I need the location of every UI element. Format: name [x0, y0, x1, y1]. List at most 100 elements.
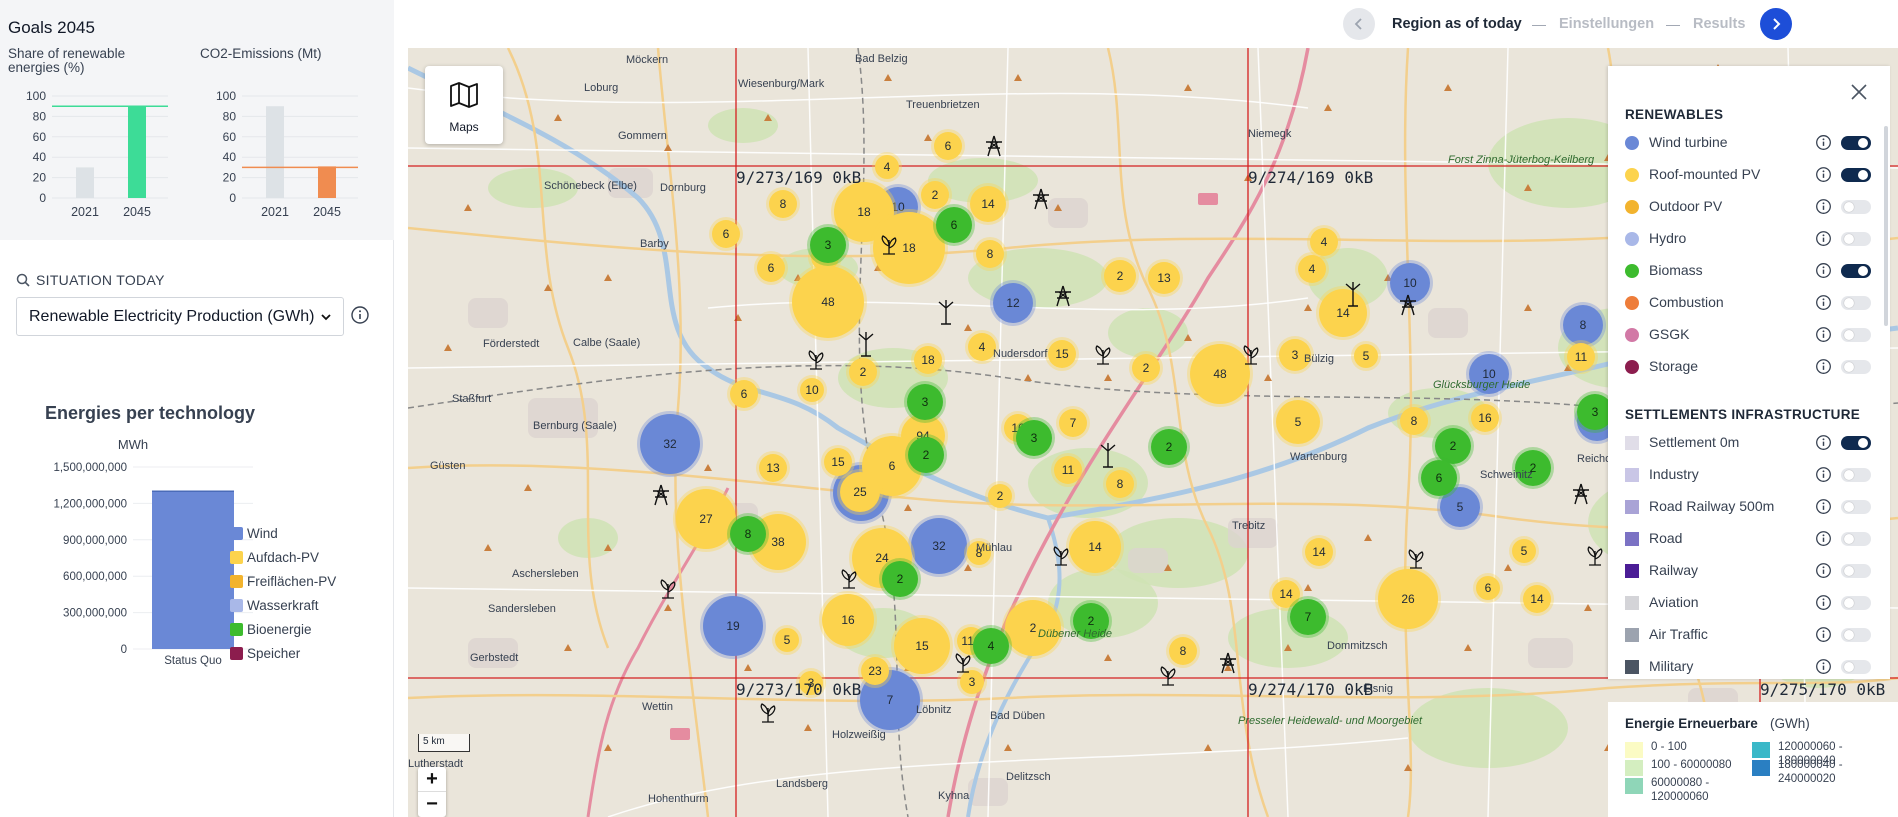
legend-label: Wind [247, 526, 278, 541]
peak-marker [1204, 744, 1212, 751]
info-icon[interactable] [1815, 594, 1832, 616]
legend-swatch [230, 623, 243, 636]
layer-toggle[interactable] [1841, 328, 1871, 342]
cluster-count: 7 [1305, 610, 1312, 624]
x-tick-label: 2021 [261, 205, 289, 219]
info-icon[interactable] [1815, 294, 1832, 316]
info-icon[interactable] [1815, 466, 1832, 488]
renewables-layer-row[interactable]: GSGK [1625, 324, 1875, 346]
layer-toggle[interactable] [1841, 296, 1871, 310]
indicator-select[interactable]: Renewable Electricity Production (GWh) [16, 297, 344, 336]
y-tick-label: 20 [223, 171, 237, 185]
maps-button[interactable]: Maps [425, 66, 503, 144]
y-tick-label: 0 [229, 191, 236, 205]
settlements-layer-row[interactable]: Industry [1625, 464, 1875, 486]
settlements-layer-row[interactable]: Railway [1625, 560, 1875, 582]
step-region-today[interactable]: Region as of today [1392, 16, 1522, 32]
info-icon[interactable] [1815, 626, 1832, 648]
layer-toggle[interactable] [1841, 500, 1871, 514]
close-icon[interactable] [1850, 83, 1868, 106]
renewables-layer-row[interactable]: Roof-mounted PV [1625, 164, 1875, 186]
y-tick-label: 0 [121, 644, 127, 656]
settlements-layer-row[interactable]: Aviation [1625, 592, 1875, 614]
renewables-layer-row[interactable]: Biomass [1625, 260, 1875, 282]
info-icon[interactable] [1815, 262, 1832, 284]
place-label: Aschersleben [512, 568, 579, 580]
settlements-section-title: SETTLEMENTS INFRASTRUCTURE [1625, 407, 1861, 422]
cluster-count: 4 [988, 639, 995, 653]
next-step-button[interactable] [1760, 8, 1792, 40]
legend-label: Freiflächen-PV [247, 574, 336, 589]
layer-toggle[interactable] [1841, 360, 1871, 374]
layer-toggle[interactable] [1841, 168, 1871, 182]
info-icon[interactable] [1815, 498, 1832, 520]
zoom-in-button[interactable]: + [418, 767, 446, 792]
info-icon[interactable] [350, 305, 370, 330]
cluster-count: 8 [1580, 318, 1587, 332]
zoom-out-button[interactable]: − [418, 792, 446, 817]
cluster-count: 2 [1088, 614, 1095, 628]
layer-toggle[interactable] [1841, 232, 1871, 246]
renewables-layer-row[interactable]: Hydro [1625, 228, 1875, 250]
info-icon[interactable] [1815, 166, 1832, 188]
layers-scrollbar[interactable] [1884, 126, 1888, 326]
settlements-layer-row[interactable]: Settlement 0m [1625, 432, 1875, 454]
peak-marker [924, 134, 932, 141]
layer-toggle[interactable] [1841, 264, 1871, 278]
settlements-layer-row[interactable]: Air Traffic [1625, 624, 1875, 646]
step-settings[interactable]: Einstellungen [1559, 16, 1654, 32]
layer-toggle[interactable] [1841, 200, 1871, 214]
place-label: Hohenthurm [648, 793, 709, 805]
layer-toggle[interactable] [1841, 596, 1871, 610]
renewables-layer-row[interactable]: Wind turbine [1625, 132, 1875, 154]
renewables-layer-row[interactable]: Storage [1625, 356, 1875, 378]
info-icon[interactable] [1815, 198, 1832, 220]
layer-toggle[interactable] [1841, 532, 1871, 546]
cluster-count: 7 [887, 693, 894, 707]
layer-toggle[interactable] [1841, 564, 1871, 578]
info-icon[interactable] [1815, 658, 1832, 679]
layer-toggle[interactable] [1841, 660, 1871, 674]
toggle-knob [1858, 138, 1868, 148]
y-tick-label: 100 [26, 89, 46, 103]
layer-name: Biomass [1649, 262, 1703, 278]
settlements-layer-row[interactable]: Road Railway 500m [1625, 496, 1875, 518]
info-icon[interactable] [1815, 326, 1832, 348]
layer-toggle[interactable] [1841, 436, 1871, 450]
renewables-layer-row[interactable]: Outdoor PV [1625, 196, 1875, 218]
motorway-shield [670, 728, 690, 740]
toggle-knob [1844, 202, 1854, 212]
zoom-control: + − [418, 767, 446, 817]
energies-chart-title: Energies per technology [45, 403, 256, 423]
step-results[interactable]: Results [1693, 16, 1745, 32]
place-label: Gerbstedt [470, 652, 519, 664]
motorway-shield [1198, 193, 1218, 205]
previous-step-button[interactable] [1343, 8, 1375, 40]
cluster-count: 3 [1031, 431, 1038, 445]
peak-marker [1304, 584, 1312, 591]
peak-marker [554, 114, 562, 121]
legend-swatch [230, 527, 243, 540]
info-icon[interactable] [1815, 230, 1832, 252]
renewables-layer-row[interactable]: Combustion [1625, 292, 1875, 314]
layer-swatch [1625, 628, 1639, 642]
info-icon[interactable] [1815, 562, 1832, 584]
cluster-count: 18 [902, 241, 916, 255]
info-icon[interactable] [1815, 358, 1832, 380]
settlements-layer-row[interactable]: Road [1625, 528, 1875, 550]
peak-marker [1464, 644, 1472, 651]
cluster-count: 5 [784, 633, 791, 647]
y-tick-label: 300,000,000 [63, 608, 127, 620]
layer-toggle[interactable] [1841, 628, 1871, 642]
left-panel: Goals 2045 Share of renewable energies (… [0, 0, 394, 817]
peak-marker [664, 144, 672, 151]
layer-name: Industry [1649, 466, 1699, 482]
info-icon[interactable] [1815, 530, 1832, 552]
layer-swatch [1625, 168, 1639, 182]
info-icon[interactable] [1815, 134, 1832, 156]
info-icon[interactable] [1815, 434, 1832, 456]
layer-toggle[interactable] [1841, 468, 1871, 482]
settlements-layer-row[interactable]: Military [1625, 656, 1875, 678]
layer-toggle[interactable] [1841, 136, 1871, 150]
place-label: Schönebeck (Elbe) [544, 180, 637, 192]
